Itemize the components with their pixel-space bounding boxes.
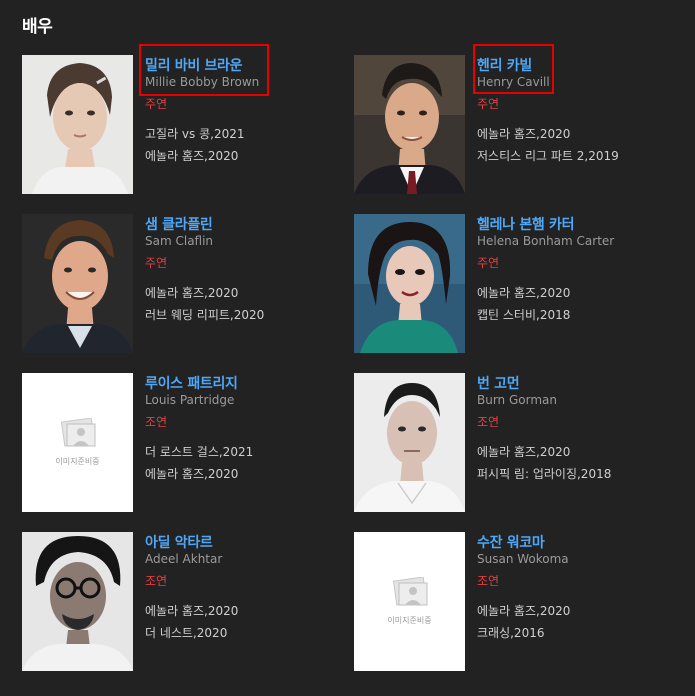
actor-card[interactable]: 이미지준비중 수잔 워코마 Susan Wokoma 조연 에놀라 홈즈,202… (354, 532, 674, 672)
actor-role: 조연 (145, 574, 168, 588)
filmography-item: 에놀라 홈즈,2020 (477, 127, 571, 141)
placeholder-label: 이미지준비중 (55, 457, 100, 466)
highlight-box (473, 44, 554, 94)
actor-name-korean[interactable]: 번 고먼 (477, 373, 520, 393)
filmography-item: 러브 웨딩 리피트,2020 (145, 308, 265, 322)
actor-role: 조연 (477, 415, 500, 429)
actor-photo[interactable] (22, 532, 133, 671)
filmography-item: 캡틴 스터비,2018 (477, 308, 571, 322)
filmography-item: 퍼시픽 림: 업라이징,2018 (477, 467, 612, 481)
actor-role: 주연 (477, 97, 500, 111)
actor-name-english: Louis Partridge (145, 393, 235, 407)
actor-photo[interactable] (22, 214, 133, 353)
highlight-box (139, 44, 269, 96)
actor-name-korean[interactable]: 샘 클라플린 (145, 214, 213, 234)
actor-role: 주연 (145, 256, 168, 270)
actor-photo[interactable] (22, 55, 133, 194)
section-title: 배우 (22, 17, 53, 37)
placeholder-label: 이미지준비중 (387, 616, 432, 625)
filmography-item: 에놀라 홈즈,2020 (145, 467, 239, 481)
filmography-item: 에놀라 홈즈,2020 (477, 604, 571, 618)
filmography-item: 에놀라 홈즈,2020 (477, 286, 571, 300)
actor-photo[interactable] (354, 55, 465, 194)
actor-name-english: Susan Wokoma (477, 552, 569, 566)
actor-photo[interactable] (354, 373, 465, 512)
filmography-item: 에놀라 홈즈,2020 (145, 286, 239, 300)
actor-name-english: Helena Bonham Carter (477, 234, 615, 248)
actor-card[interactable]: 아딜 악타르 Adeel Akhtar 조연 에놀라 홈즈,2020 더 네스트… (22, 532, 342, 672)
actor-card[interactable]: 헬레나 본햄 카터 Helena Bonham Carter 주연 에놀라 홈즈… (354, 214, 674, 354)
actor-photo[interactable] (354, 214, 465, 353)
filmography-item: 에놀라 홈즈,2020 (145, 604, 239, 618)
actor-card[interactable]: 샘 클라플린 Sam Claflin 주연 에놀라 홈즈,2020 러브 웨딩 … (22, 214, 342, 354)
actor-name-korean[interactable]: 아딜 악타르 (145, 532, 213, 552)
actor-card[interactable]: 번 고먼 Burn Gorman 조연 에놀라 홈즈,2020 퍼시픽 림: 업… (354, 373, 674, 513)
actor-card[interactable]: 이미지준비중 루이스 패트리지 Louis Partridge 조연 더 로스트… (22, 373, 342, 513)
actor-name-korean[interactable]: 수잔 워코마 (477, 532, 545, 552)
actor-name-korean[interactable]: 헬레나 본햄 카터 (477, 214, 575, 234)
filmography-item: 더 네스트,2020 (145, 626, 228, 640)
filmography-item: 더 로스트 걸스,2021 (145, 445, 254, 459)
image-placeholder-icon (392, 577, 427, 606)
actor-role: 조연 (477, 574, 500, 588)
actor-role: 주연 (145, 97, 168, 111)
filmography-item: 크래싱,2016 (477, 626, 545, 640)
actor-name-korean[interactable]: 루이스 패트리지 (145, 373, 238, 393)
actor-photo-placeholder[interactable]: 이미지준비중 (354, 532, 465, 671)
actor-card[interactable]: 밀리 바비 브라운 Millie Bobby Brown 주연 고질라 vs 콩… (22, 44, 342, 195)
filmography-item: 에놀라 홈즈,2020 (477, 445, 571, 459)
actor-name-english: Sam Claflin (145, 234, 214, 248)
actor-name-english: Burn Gorman (477, 393, 557, 407)
filmography-item: 고질라 vs 콩,2021 (145, 127, 245, 141)
filmography-item: 에놀라 홈즈,2020 (145, 149, 239, 163)
actor-card[interactable]: 헨리 카빌 Henry Cavill 주연 에놀라 홈즈,2020 저스티스 리… (354, 44, 674, 195)
actor-role: 조연 (145, 415, 168, 429)
actor-name-english: Adeel Akhtar (145, 552, 223, 566)
actor-photo-placeholder[interactable]: 이미지준비중 (22, 373, 133, 512)
filmography-item: 저스티스 리그 파트 2,2019 (477, 149, 619, 163)
image-placeholder-icon (60, 418, 95, 447)
actor-role: 주연 (477, 256, 500, 270)
